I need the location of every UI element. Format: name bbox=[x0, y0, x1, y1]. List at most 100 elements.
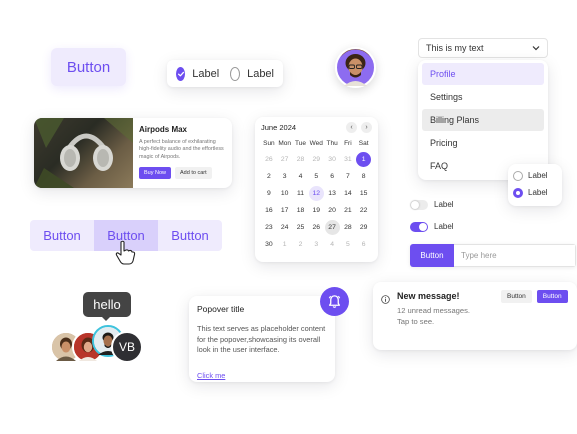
info-icon bbox=[381, 291, 390, 309]
notification-primary-button[interactable]: Button bbox=[536, 290, 568, 303]
bell-icon[interactable] bbox=[320, 287, 349, 316]
calendar-day[interactable]: 11 bbox=[293, 186, 308, 201]
calendar-day[interactable]: 2 bbox=[293, 237, 308, 252]
calendar-weekday: Mon bbox=[278, 140, 292, 147]
calendar-day[interactable]: 23 bbox=[261, 220, 276, 235]
calendar-day[interactable]: 4 bbox=[293, 169, 308, 184]
toggle-group: Label Label bbox=[410, 197, 454, 234]
calendar-day[interactable]: 30 bbox=[261, 237, 276, 252]
calendar-day[interactable]: 22 bbox=[356, 203, 371, 218]
radio-checked-icon[interactable] bbox=[513, 187, 523, 198]
calendar-day[interactable]: 3 bbox=[277, 169, 292, 184]
calendar-day[interactable]: 16 bbox=[261, 203, 276, 218]
calendar-day[interactable]: 6 bbox=[325, 169, 340, 184]
calendar-weekday: Fri bbox=[344, 140, 352, 147]
notification-secondary-button[interactable]: Button bbox=[501, 290, 532, 303]
calendar-day[interactable]: 21 bbox=[340, 203, 355, 218]
popover-title: Popover title bbox=[197, 304, 245, 314]
calendar-day[interactable]: 31 bbox=[340, 152, 355, 167]
radio-option-label: Label bbox=[528, 188, 548, 197]
calendar-day[interactable]: 5 bbox=[340, 237, 355, 252]
dropdown-item-billing-plans[interactable]: Billing Plans bbox=[422, 109, 544, 131]
calendar-day[interactable]: 4 bbox=[325, 237, 340, 252]
dropdown-select[interactable]: This is my text bbox=[418, 38, 548, 58]
calendar-day[interactable]: 12 bbox=[308, 186, 324, 201]
toggle-row[interactable]: Label bbox=[410, 197, 454, 212]
calendar-day[interactable]: 29 bbox=[356, 220, 371, 235]
calendar-day[interactable]: 28 bbox=[340, 220, 355, 235]
calendar-day[interactable]: 24 bbox=[277, 220, 292, 235]
calendar-weekday: Sat bbox=[358, 140, 369, 147]
notification-body: 12 unread messages. Tap to see. bbox=[397, 306, 471, 326]
calendar-day[interactable]: 27 bbox=[324, 220, 340, 235]
radio-option-label: Label bbox=[528, 171, 548, 180]
calendar-day[interactable]: 20 bbox=[325, 203, 340, 218]
chevron-down-icon bbox=[532, 43, 540, 53]
radio-unchecked-icon[interactable] bbox=[513, 170, 523, 181]
checkbox-checked-icon[interactable] bbox=[176, 66, 186, 81]
popover-body: This text serves as placeholder content … bbox=[197, 324, 326, 355]
calendar-weekday: Tue bbox=[295, 140, 306, 147]
dropdown-item-profile[interactable]: Profile bbox=[422, 63, 544, 85]
calendar-day[interactable]: 30 bbox=[325, 152, 340, 167]
toggle-on-switch[interactable] bbox=[410, 221, 428, 232]
calendar-day[interactable]: 5 bbox=[309, 169, 324, 184]
avatar[interactable] bbox=[335, 47, 376, 88]
calendar-day[interactable]: 14 bbox=[340, 186, 355, 201]
product-image bbox=[34, 118, 133, 188]
calendar-day[interactable]: 17 bbox=[277, 203, 292, 218]
calendar-day[interactable]: 6 bbox=[356, 237, 371, 252]
date-picker-calendar: June 2024 ‹ › Sun Mon Tue Wed Thu Fri Sat 26 27 2… bbox=[255, 117, 378, 262]
calendar-day[interactable]: 28 bbox=[293, 152, 308, 167]
primary-light-button[interactable]: Button bbox=[51, 48, 126, 86]
input-group-button[interactable]: Button bbox=[410, 244, 454, 267]
calendar-day[interactable]: 29 bbox=[309, 152, 324, 167]
segment-button[interactable]: Button bbox=[158, 220, 222, 251]
calendar-day[interactable]: 9 bbox=[261, 186, 276, 201]
dropdown-menu: Profile Settings Billing Plans Pricing F… bbox=[418, 60, 548, 180]
calendar-day[interactable]: 25 bbox=[293, 220, 308, 235]
calendar-day[interactable]: 13 bbox=[325, 186, 340, 201]
calendar-day[interactable]: 7 bbox=[340, 169, 355, 184]
calendar-day-selected[interactable]: 1 bbox=[356, 152, 372, 167]
calendar-day[interactable]: 2 bbox=[261, 169, 276, 184]
calendar-day[interactable]: 26 bbox=[261, 152, 276, 167]
calendar-day[interactable]: 18 bbox=[293, 203, 308, 218]
radio-unchecked-icon[interactable] bbox=[230, 66, 241, 81]
calendar-day[interactable]: 19 bbox=[309, 203, 324, 218]
avatar-initials-text: VB bbox=[118, 340, 135, 354]
calendar-day[interactable]: 3 bbox=[309, 237, 324, 252]
radio-label: Label bbox=[247, 67, 274, 80]
calendar-day[interactable]: 15 bbox=[356, 186, 371, 201]
dropdown-item-pricing[interactable]: Pricing bbox=[422, 132, 544, 154]
calendar-day[interactable]: 1 bbox=[277, 237, 292, 252]
popover-link[interactable]: Click me bbox=[197, 371, 225, 380]
radio-group-card: Label Label bbox=[508, 164, 562, 206]
avatar-initials[interactable]: VB bbox=[111, 331, 143, 363]
calendar-weekday: Wed bbox=[309, 140, 323, 147]
toggle-row[interactable]: Label bbox=[410, 219, 454, 234]
calendar-grid: Sun Mon Tue Wed Thu Fri Sat 26 27 28 29 30 31 1 2 3 4 5 6 7… bbox=[261, 140, 372, 252]
calendar-day[interactable]: 10 bbox=[277, 186, 292, 201]
chevron-left-icon[interactable]: ‹ bbox=[346, 122, 357, 133]
calendar-day[interactable]: 27 bbox=[277, 152, 292, 167]
toggle-label: Label bbox=[434, 222, 454, 231]
dropdown-item-settings[interactable]: Settings bbox=[422, 86, 544, 108]
calendar-month-label: June 2024 bbox=[261, 123, 297, 132]
input-group: Button Type here bbox=[410, 244, 576, 267]
calendar-day[interactable]: 8 bbox=[356, 169, 371, 184]
radio-option[interactable]: Label bbox=[513, 184, 557, 201]
radio-option[interactable]: Label bbox=[513, 167, 557, 184]
popover: Popover title This text serves as placeh… bbox=[189, 296, 335, 382]
dropdown-selected-value: This is my text bbox=[426, 43, 484, 53]
buy-now-button[interactable]: Buy Now bbox=[139, 166, 172, 179]
calendar-day[interactable]: 26 bbox=[309, 220, 324, 235]
toggle-off-switch[interactable] bbox=[410, 199, 428, 210]
chevron-right-icon[interactable]: › bbox=[361, 122, 372, 133]
notification-toast: New message! ✕ 12 unread messages. Tap t… bbox=[373, 282, 577, 350]
calendar-weekday: Sun bbox=[263, 140, 275, 147]
add-to-cart-button[interactable]: Add to cart bbox=[175, 166, 212, 179]
product-card: Airpods Max A perfect balance of exhilar… bbox=[34, 118, 232, 188]
text-input[interactable]: Type here bbox=[454, 244, 576, 267]
segment-button[interactable]: Button bbox=[30, 220, 94, 251]
